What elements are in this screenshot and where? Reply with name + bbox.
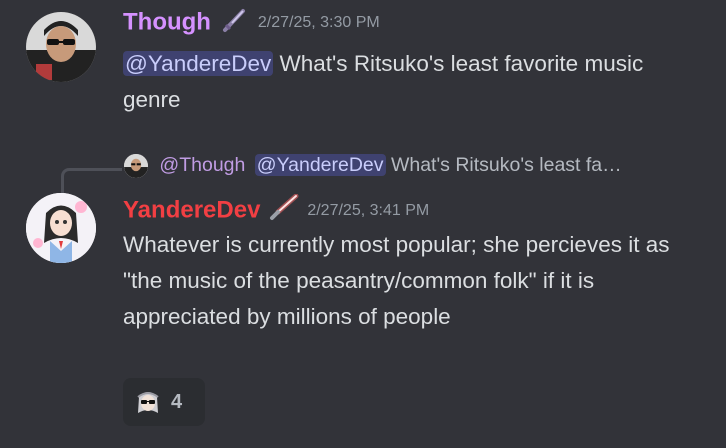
message-header: YandereDev 2/27/25, 3:41 PM bbox=[123, 193, 430, 227]
message-content: Whatever is currently most popular; she … bbox=[123, 232, 670, 329]
sunglasses-anime-emoji-icon bbox=[133, 387, 163, 417]
user-avatar-icon bbox=[26, 12, 96, 82]
user-avatar-icon bbox=[26, 193, 96, 263]
timestamp: 2/27/25, 3:30 PM bbox=[257, 13, 380, 31]
reaction-count: 4 bbox=[171, 390, 183, 413]
mention[interactable]: @YandereDev bbox=[123, 51, 274, 76]
reply-preview[interactable]: @Though @YandereDev What's Ritsuko's lea… bbox=[124, 150, 622, 180]
timestamp: 2/27/25, 3:41 PM bbox=[307, 201, 430, 219]
username[interactable]: Though bbox=[123, 9, 211, 36]
message-yanderedev: YandereDev 2/27/25, 3:41 PM Whatever is … bbox=[0, 190, 726, 448]
avatar-yanderedev[interactable] bbox=[26, 193, 96, 263]
username[interactable]: YandereDev bbox=[123, 197, 260, 224]
reply-username[interactable]: @Though bbox=[159, 154, 245, 176]
message-header: Though 2/27/25, 3:30 PM bbox=[123, 6, 380, 39]
user-avatar-icon bbox=[124, 153, 148, 178]
message-though: Though 2/27/25, 3:30 PM @YandereDev What… bbox=[0, 0, 726, 130]
reaction-button[interactable]: 4 bbox=[123, 378, 205, 426]
dagger-icon bbox=[221, 6, 249, 39]
lightsaber-icon bbox=[269, 193, 299, 227]
reply-text: What's Ritsuko's least fa… bbox=[385, 154, 622, 176]
reply-avatar bbox=[124, 153, 148, 178]
message-content: @YandereDev What's Ritsuko's least favor… bbox=[123, 46, 683, 118]
reply-mention[interactable]: @YandereDev bbox=[254, 154, 386, 176]
avatar-though[interactable] bbox=[26, 12, 96, 82]
